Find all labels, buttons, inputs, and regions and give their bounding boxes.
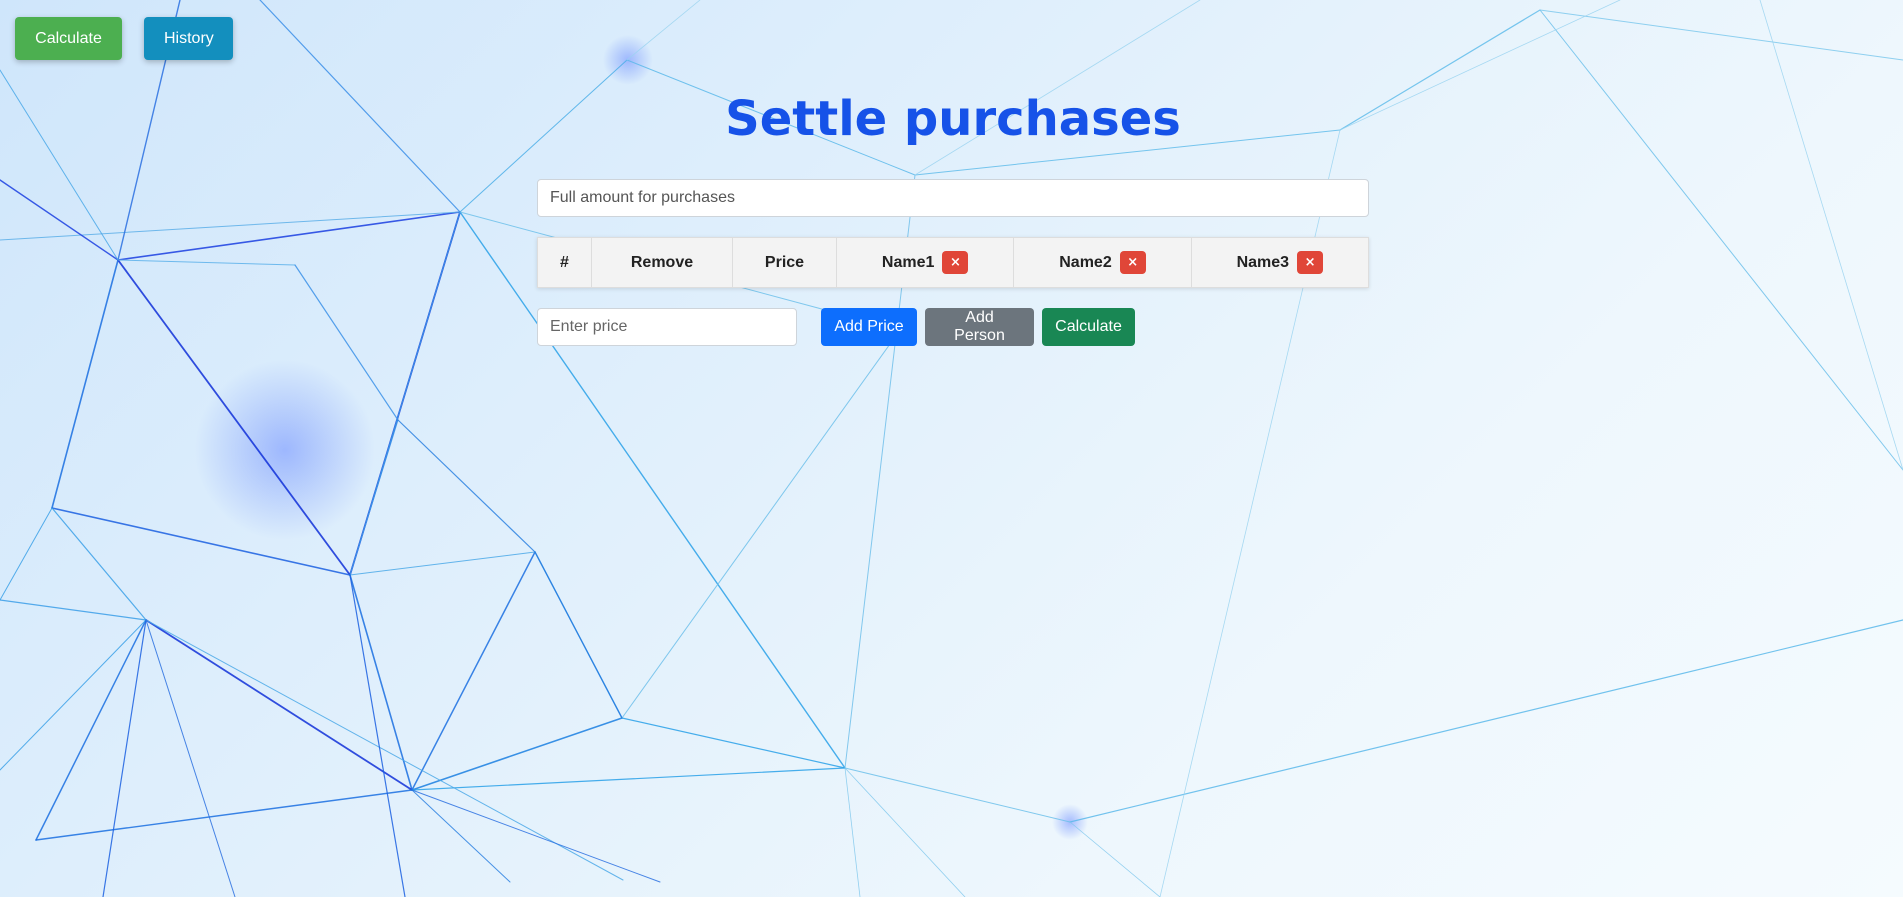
- background-line: [1339, 9, 1541, 131]
- background-line: [844, 767, 1071, 823]
- background-line: [621, 717, 846, 769]
- background-line: [117, 259, 296, 266]
- close-icon: ×: [1127, 255, 1139, 270]
- column-header-price: Price: [732, 237, 837, 288]
- background-line: [1759, 0, 1903, 471]
- price-input[interactable]: [537, 308, 797, 346]
- background-line: [626, 0, 701, 61]
- background-line: [0, 619, 147, 771]
- background-line: [534, 551, 623, 719]
- background-line: [459, 211, 846, 769]
- background-line: [844, 767, 861, 897]
- background-line: [145, 619, 624, 881]
- background-line: [349, 551, 536, 576]
- background-line: [117, 211, 461, 261]
- background-line: [1069, 619, 1903, 823]
- column-header-remove: Remove: [591, 237, 733, 288]
- background-line: [0, 179, 119, 261]
- remove-person-1-button[interactable]: ×: [942, 251, 969, 274]
- background-line: [51, 259, 119, 509]
- background-line: [411, 789, 511, 883]
- background-line: [621, 329, 901, 719]
- purchases-table: # Remove Price Name1 × Name2 × Name3 ×: [537, 237, 1370, 288]
- column-header-person-3: Name3 ×: [1190, 237, 1370, 288]
- add-person-button[interactable]: Add Person: [925, 308, 1034, 346]
- background-line: [259, 0, 461, 213]
- background-line: [1339, 0, 1621, 131]
- close-icon: ×: [949, 255, 961, 270]
- background-line: [0, 69, 119, 261]
- background-line: [0, 507, 53, 601]
- background-line: [0, 599, 147, 621]
- column-header-person-2: Name2 ×: [1013, 237, 1192, 288]
- full-amount-input[interactable]: [537, 179, 1369, 217]
- person-name-2: Name2: [1059, 253, 1112, 271]
- person-name-3: Name3: [1236, 253, 1290, 271]
- background-line: [1069, 821, 1161, 897]
- table-header-row: # Remove Price Name1 × Name2 × Name3 ×: [537, 237, 1370, 288]
- top-navigation: Calculate History: [15, 17, 233, 60]
- price-controls: Add Price Add Person Calculate: [537, 308, 1135, 346]
- background-line: [397, 419, 536, 553]
- close-icon: ×: [1304, 255, 1316, 270]
- background-line: [411, 767, 846, 791]
- background-line: [411, 789, 661, 883]
- calculate-button[interactable]: Calculate: [1042, 308, 1135, 346]
- background-line: [844, 767, 966, 897]
- add-price-button[interactable]: Add Price: [821, 308, 917, 346]
- page-title: Settle purchases: [725, 91, 1181, 147]
- nav-calculate-button[interactable]: Calculate: [15, 17, 122, 60]
- background-line: [1539, 9, 1903, 61]
- person-name-1: Name1: [881, 253, 935, 271]
- background-line: [1539, 9, 1903, 471]
- background-line: [51, 507, 147, 621]
- nav-history-button[interactable]: History: [144, 17, 233, 60]
- background-line: [35, 789, 413, 841]
- remove-person-3-button[interactable]: ×: [1297, 251, 1324, 274]
- column-header-number: #: [537, 237, 592, 288]
- column-header-person-1: Name1 ×: [835, 237, 1015, 288]
- remove-person-2-button[interactable]: ×: [1119, 251, 1146, 274]
